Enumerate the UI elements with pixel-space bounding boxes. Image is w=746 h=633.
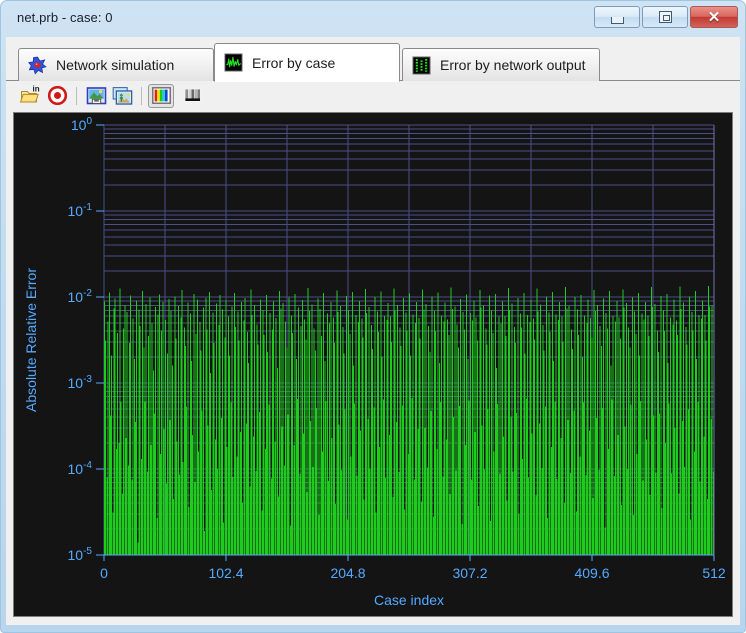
close-icon: ✕ <box>707 8 721 26</box>
tab-label: Error by case <box>252 54 336 71</box>
restore-icon <box>658 11 672 23</box>
copy-image-button[interactable] <box>109 84 135 108</box>
copy-image-icon <box>112 86 132 105</box>
window-title: net.prb - case: 0 <box>17 10 113 25</box>
folder-in-icon: in <box>20 85 40 103</box>
x-tick-label: 409.6 <box>574 565 609 581</box>
x-tick-label: 102.4 <box>208 565 243 581</box>
application-window: net.prb - case: 0 ✕ Network simulation E… <box>0 0 746 633</box>
title-bar: net.prb - case: 0 ✕ <box>1 1 745 37</box>
gray-bars-icon <box>183 88 200 103</box>
tab-strip: Network simulation Error by case Error b… <box>6 43 740 82</box>
save-image-button[interactable] <box>83 84 109 108</box>
tab-network-simulation[interactable]: Network simulation <box>18 48 214 81</box>
chart-panel: 0 102.4 204.8 307.2 409.6 512 10-5 10-4 10-3 10-2… <box>13 112 733 617</box>
x-axis-label: Case index <box>374 592 444 608</box>
svg-text:in: in <box>33 85 40 94</box>
color-palette-button[interactable] <box>148 83 174 108</box>
color-bars-icon <box>151 87 171 104</box>
error-by-case-chart[interactable]: 0 102.4 204.8 307.2 409.6 51210-510-410-310-2… <box>14 113 732 616</box>
minimize-button[interactable] <box>594 6 640 28</box>
grayscale-palette-button[interactable] <box>179 84 205 108</box>
x-tick-label: 512 <box>702 565 726 581</box>
dotted-bars-icon <box>412 55 431 75</box>
toolbar-separator <box>141 86 142 105</box>
open-input-file-button[interactable]: in <box>18 84 44 108</box>
x-tick-label: 204.8 <box>330 565 365 581</box>
target-button[interactable] <box>44 84 70 108</box>
save-image-icon <box>86 86 106 104</box>
restore-button[interactable] <box>642 6 688 28</box>
y-axis-label: Absolute Relative Error <box>23 268 39 412</box>
tab-error-by-case[interactable]: Error by case <box>214 43 400 82</box>
toolbar: in <box>6 81 740 110</box>
tab-label: Error by network output <box>440 57 586 73</box>
client-area: Network simulation Error by case Error b… <box>6 37 740 625</box>
toolbar-separator <box>76 86 77 105</box>
red-target-icon <box>47 86 67 105</box>
network-burst-icon <box>28 56 47 75</box>
minimize-icon <box>610 16 624 24</box>
window-controls: ✕ <box>594 6 738 28</box>
tab-error-by-network-output[interactable]: Error by network output <box>402 48 600 81</box>
x-tick-label: 0 <box>100 565 108 581</box>
x-tick-label: 307.2 <box>452 565 487 581</box>
close-button[interactable]: ✕ <box>690 6 738 28</box>
tab-label: Network simulation <box>56 57 175 73</box>
waveform-icon <box>224 53 243 72</box>
